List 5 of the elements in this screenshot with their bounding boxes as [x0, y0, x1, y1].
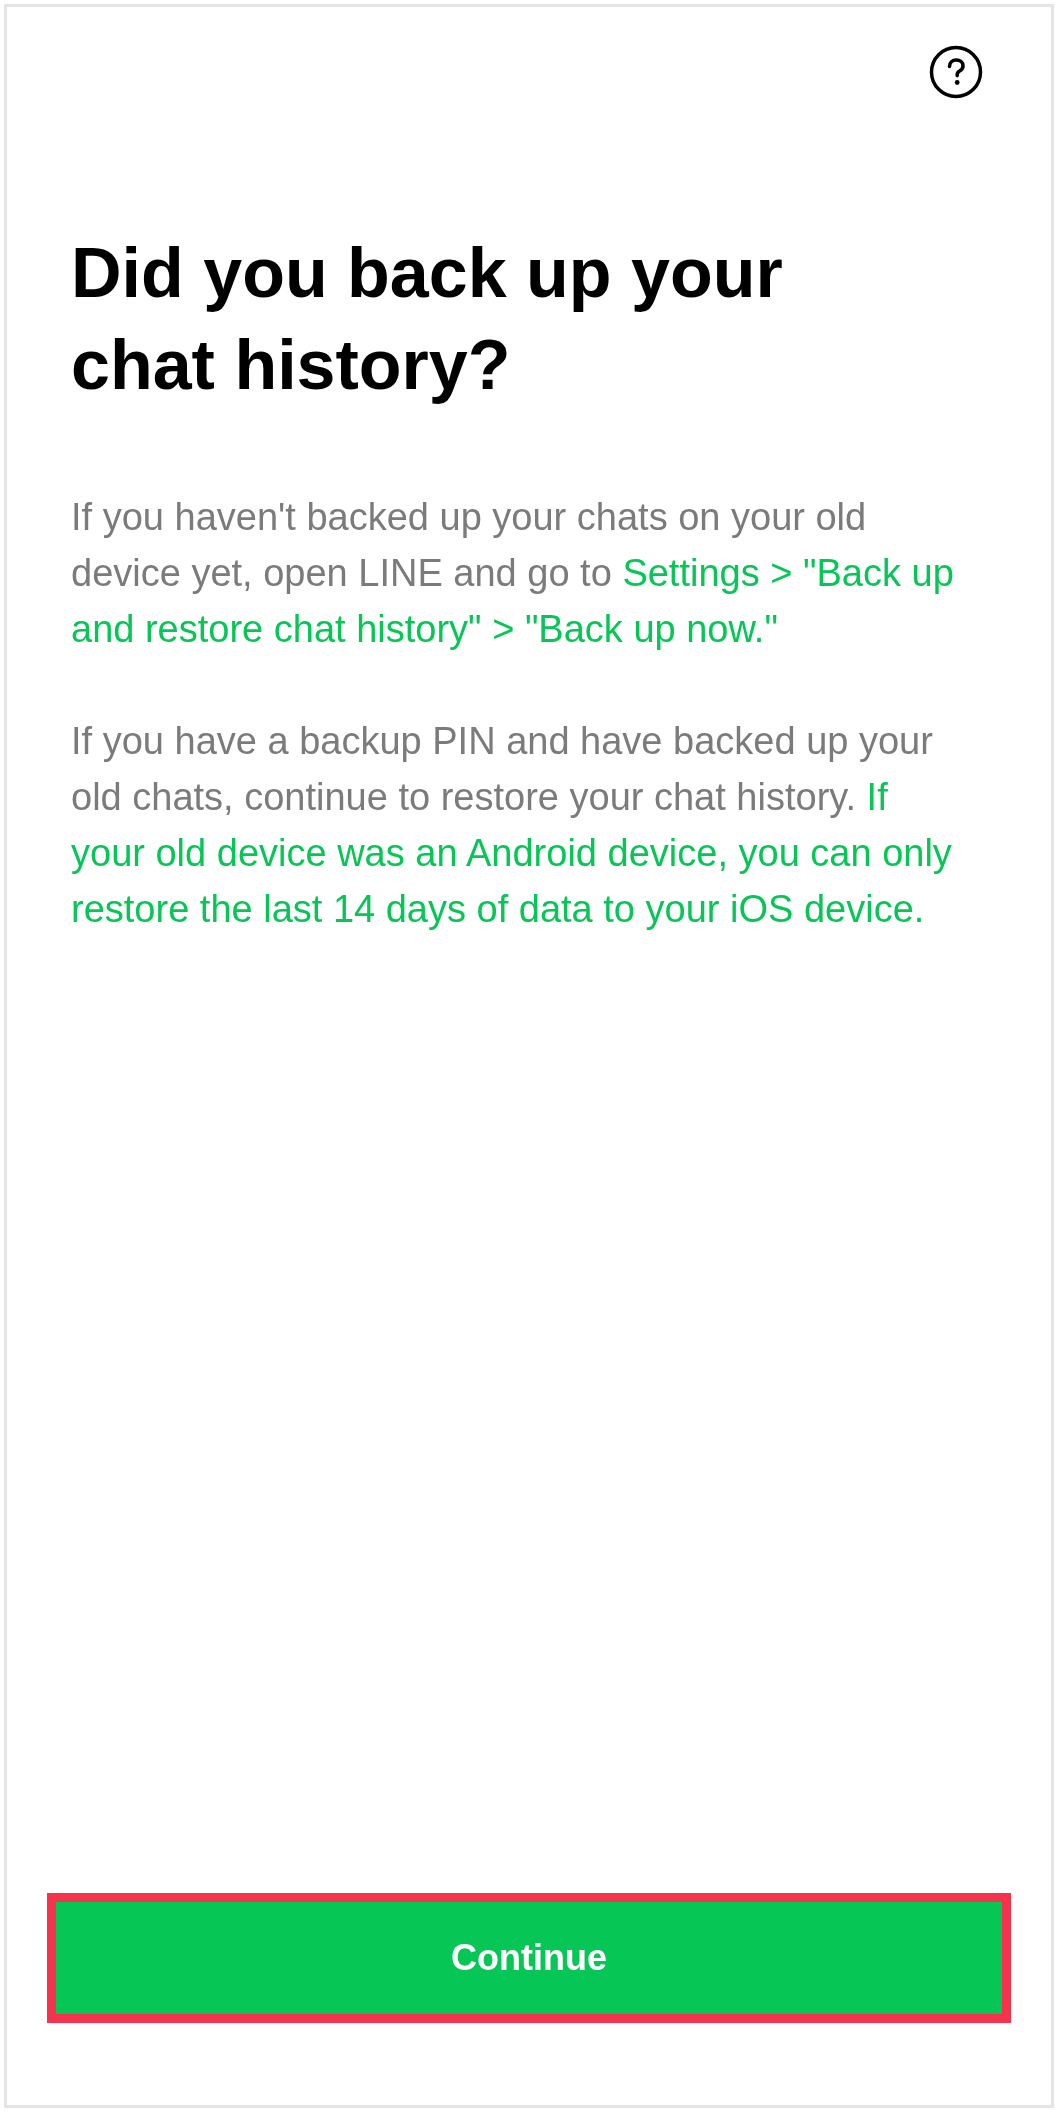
paragraph: If you have a backup PIN and have backed up your old chats, continue to restore your chat history. If your old device was an Android device, you can only restore the last 14 days of data to your iOS device. [71, 719, 953, 932]
help-icon[interactable] [929, 45, 983, 99]
screen-title: Did you back up your chat history? [71, 233, 784, 406]
paragraph: If you haven't backed up your chats on your old device yet, open LINE and go to Settings > "Back up and restore chat history" > "Back up now." [71, 495, 955, 652]
continue-button[interactable]: Continue [47, 1893, 1011, 2023]
